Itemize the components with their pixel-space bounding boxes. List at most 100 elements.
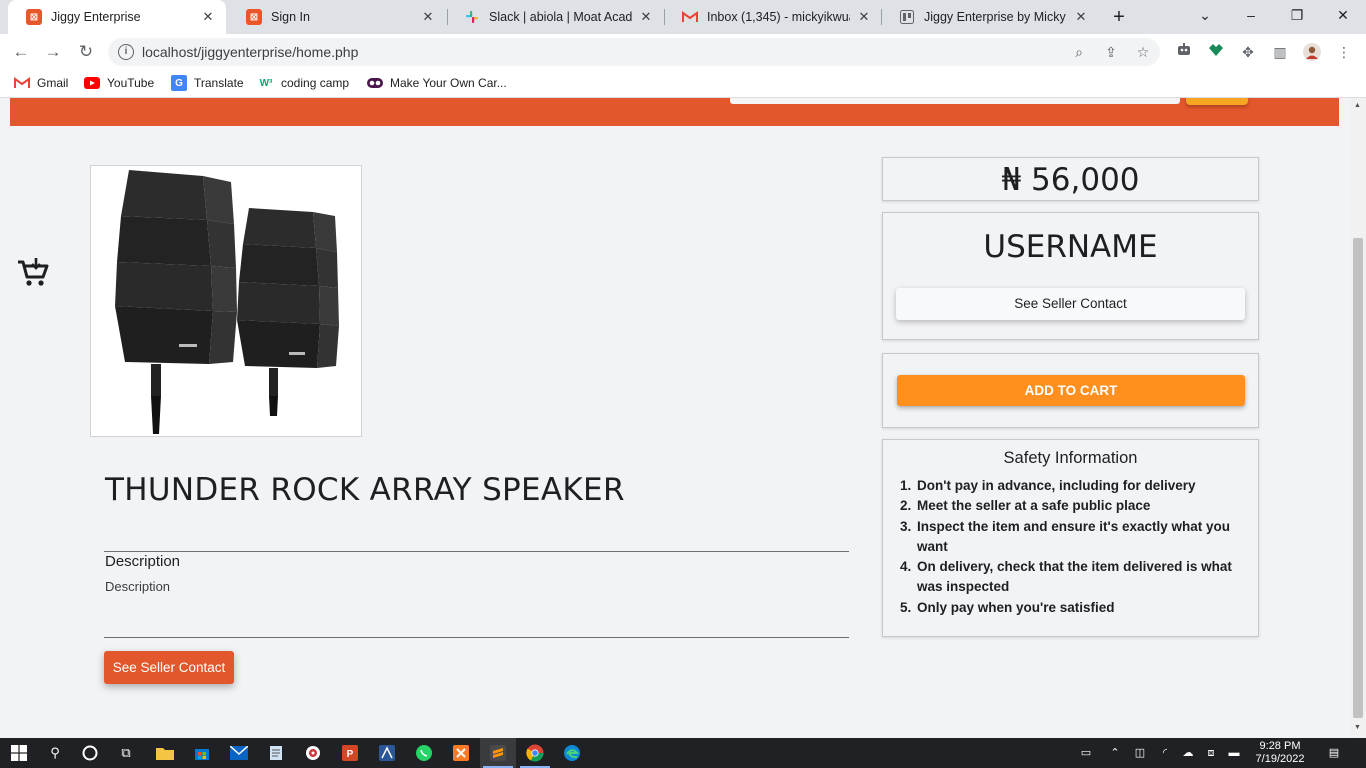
- mail-icon[interactable]: [229, 743, 249, 763]
- robot-extension-icon[interactable]: [1175, 43, 1193, 61]
- download-extension-icon[interactable]: [1207, 43, 1225, 61]
- xampp-icon[interactable]: [451, 743, 471, 763]
- w3-icon: W³: [259, 77, 273, 89]
- chevron-up-icon[interactable]: ⌃: [1107, 746, 1123, 760]
- safety-item: 3. Inspect the item and ensure it's exact…: [900, 517, 1250, 558]
- forward-button[interactable]: →: [42, 41, 64, 63]
- windows-start-icon[interactable]: [9, 743, 29, 763]
- reload-button[interactable]: ↻: [75, 41, 97, 63]
- seller-card: USERNAME See Seller Contact: [882, 212, 1259, 340]
- safety-item-text: Meet the seller at a safe public place: [917, 498, 1151, 514]
- speaker-image: [115, 170, 339, 434]
- bookmark-label: Gmail: [37, 76, 69, 90]
- meet-now-icon[interactable]: ◫: [1132, 746, 1148, 760]
- bookmark-star-icon[interactable]: ☆: [1134, 43, 1152, 61]
- bookmark-label: Make Your Own Car...: [390, 76, 507, 90]
- scroll-up-icon[interactable]: ▲: [1354, 102, 1361, 109]
- bookmark-make-your-own-car[interactable]: Make Your Own Car...: [367, 75, 507, 91]
- safety-item-text: Only pay when you're satisfied: [917, 599, 1115, 615]
- new-tab-button[interactable]: +: [1106, 5, 1132, 29]
- url-text[interactable]: localhost/jiggyenterprise/home.php: [142, 44, 358, 60]
- left-speaker-array: [115, 170, 237, 434]
- minimize-button[interactable]: –: [1228, 0, 1274, 34]
- price-card: ₦ 56,000: [882, 157, 1259, 201]
- edge-icon[interactable]: [562, 743, 582, 763]
- site-info-icon[interactable]: i: [118, 44, 134, 60]
- menu-kebab-icon[interactable]: ⋮: [1335, 43, 1353, 61]
- taskbar-clock[interactable]: 9:28 PM 7/19/2022: [1248, 740, 1312, 766]
- bookmark-youtube[interactable]: YouTube: [84, 75, 154, 91]
- bookmark-label: YouTube: [107, 76, 155, 90]
- safety-item-number: 4.: [900, 559, 912, 575]
- tab-slack[interactable]: Slack | abiola | Moat Academy ✕: [446, 0, 664, 34]
- tab-jiggy-enterprise[interactable]: ⊠ Jiggy Enterprise ✕: [8, 0, 226, 34]
- cortana-icon[interactable]: [80, 743, 100, 763]
- bookmark-label: coding camp: [281, 76, 350, 90]
- share-icon[interactable]: ⇪: [1102, 43, 1120, 61]
- media-player-icon[interactable]: [303, 743, 323, 763]
- display-icon[interactable]: ⧈: [1203, 746, 1219, 760]
- task-view-icon[interactable]: ⧉: [116, 743, 136, 763]
- scrollbar-thumb[interactable]: [1353, 238, 1363, 718]
- tab-jiggy-trello[interactable]: Jiggy Enterprise by Micky | Tr ✕: [881, 0, 1099, 34]
- scroll-down-icon[interactable]: ▼: [1354, 724, 1361, 731]
- right-speaker-array: [237, 208, 339, 416]
- gmail-icon: [14, 75, 30, 91]
- product-image: [90, 165, 362, 437]
- side-panel-icon[interactable]: ▥: [1271, 43, 1289, 61]
- input-indicator-icon[interactable]: ▭: [1075, 746, 1097, 760]
- bookmark-coding-camp[interactable]: W³ coding camp: [258, 75, 349, 91]
- close-icon[interactable]: ✕: [200, 9, 216, 25]
- bookmark-gmail[interactable]: Gmail: [14, 75, 68, 91]
- floating-cart-icon[interactable]: [16, 256, 50, 288]
- safety-item-number: 2.: [900, 498, 912, 514]
- page-scrollbar[interactable]: ▲ ▼: [1350, 98, 1366, 738]
- profile-avatar[interactable]: [1303, 43, 1321, 61]
- add-to-cart-button[interactable]: ADD TO CART: [897, 375, 1245, 406]
- add-to-cart-card: ADD TO CART: [882, 353, 1259, 428]
- whatsapp-icon[interactable]: [414, 743, 434, 763]
- clock-date: 7/19/2022: [1255, 753, 1305, 765]
- seller-contact-button[interactable]: See Seller Contact: [896, 288, 1245, 320]
- zoom-search-icon[interactable]: ⌕: [1070, 43, 1088, 61]
- tab-search-chevron-icon[interactable]: ⌄: [1182, 0, 1228, 34]
- sublime-text-icon[interactable]: [488, 743, 508, 763]
- close-icon[interactable]: ✕: [420, 9, 436, 25]
- seller-username: USERNAME: [983, 229, 1158, 265]
- tab-sign-in[interactable]: ⊠ Sign In ✕: [228, 0, 446, 34]
- bookmark-translate[interactable]: G Translate: [171, 75, 244, 91]
- safety-item: 1. Don't pay in advance, including for de…: [900, 476, 1250, 496]
- safety-info-card: Safety Information 1. Don't pay in advanc…: [882, 439, 1259, 637]
- notifications-icon[interactable]: ▤: [1325, 746, 1343, 760]
- close-icon[interactable]: ✕: [1073, 9, 1089, 25]
- notepad-icon[interactable]: [266, 743, 286, 763]
- see-seller-contact-button[interactable]: See Seller Contact: [104, 651, 234, 684]
- header-search-input[interactable]: [730, 98, 1180, 104]
- app-icon[interactable]: [377, 743, 397, 763]
- back-button[interactable]: ←: [10, 41, 32, 63]
- store-icon[interactable]: [192, 743, 212, 763]
- bookmarks-bar: Gmail YouTube G Translate W³ coding camp…: [0, 70, 1366, 98]
- onedrive-icon[interactable]: ☁: [1180, 746, 1196, 760]
- close-icon[interactable]: ✕: [638, 9, 654, 25]
- address-bar[interactable]: i localhost/jiggyenterprise/home.php ⌕ ⇪…: [108, 38, 1160, 66]
- header-search-button[interactable]: [1186, 98, 1248, 105]
- file-explorer-icon[interactable]: [155, 743, 175, 763]
- close-icon[interactable]: ✕: [856, 9, 872, 25]
- restore-button[interactable]: ❐: [1274, 0, 1320, 34]
- search-icon[interactable]: ⚲: [45, 743, 65, 763]
- product-title: THUNDER ROCK ARRAY SPEAKER: [105, 472, 625, 508]
- window-close-button[interactable]: ✕: [1320, 0, 1366, 34]
- safety-item-number: 3.: [900, 518, 912, 534]
- network-icon[interactable]: ◜: [1157, 746, 1173, 760]
- battery-icon[interactable]: ▬: [1226, 746, 1242, 760]
- safety-item-text: On delivery, check that the item deliver…: [917, 559, 1232, 595]
- powerpoint-icon[interactable]: P: [340, 743, 360, 763]
- tab-gmail-inbox[interactable]: Inbox (1,345) - mickyikwuanu ✕: [664, 0, 882, 34]
- extensions-puzzle-icon[interactable]: ✥: [1239, 43, 1257, 61]
- safety-item-number: 1.: [900, 478, 912, 493]
- chrome-icon[interactable]: [525, 743, 545, 763]
- price-value: ₦ 56,000: [1001, 162, 1140, 198]
- translate-icon: G: [171, 75, 187, 91]
- youtube-icon: [84, 75, 100, 91]
